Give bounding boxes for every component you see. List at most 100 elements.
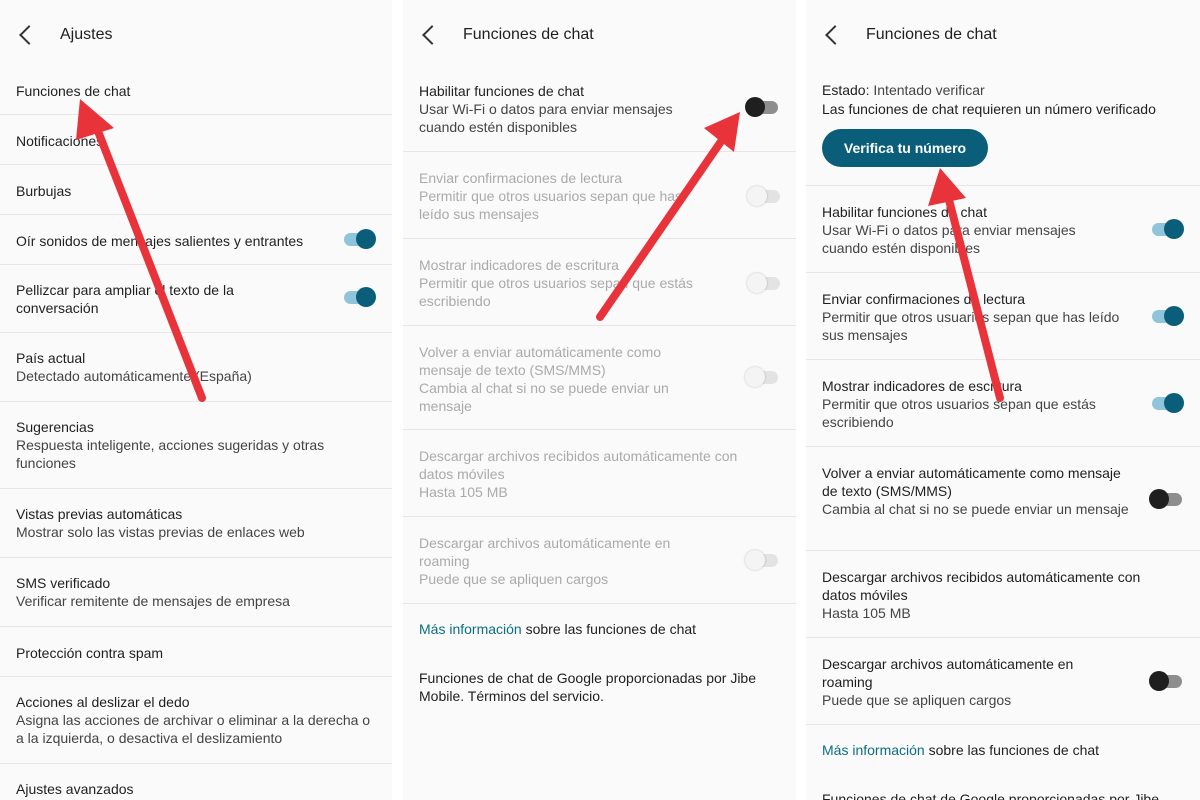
item-subtitle: Usar Wi-Fi o datos para enviar mensajes …: [419, 101, 673, 135]
item-title: Mostrar indicadores de escritura: [822, 378, 1022, 394]
item-subtitle: Respuesta inteligente, acciones sugerida…: [16, 437, 325, 471]
settings-item-verified-sms[interactable]: SMS verificado Verificar remitente de me…: [0, 558, 392, 627]
item-subtitle: Hasta 105 MB: [822, 605, 911, 621]
pinch-zoom-toggle[interactable]: [344, 287, 376, 307]
item-subtitle: Puede que se apliquen cargos: [822, 692, 1012, 708]
typing-indicators-toggle: [747, 273, 780, 293]
resend-sms-toggle: [745, 367, 778, 387]
item-title: Volver a enviar automáticamente como men…: [419, 344, 662, 378]
app-bar: Ajustes: [0, 14, 392, 56]
read-receipts-toggle: [747, 186, 780, 206]
more-info-link[interactable]: Más información: [822, 742, 925, 758]
toggle-knob: [1164, 306, 1184, 326]
item-subtitle: Verificar remitente de mensajes de empre…: [16, 593, 290, 609]
item-title: Descargar archivos automáticamente en ro…: [419, 535, 671, 569]
item-subtitle: Usar Wi-Fi o datos para enviar mensajes …: [822, 222, 1076, 256]
page-title: Funciones de chat: [866, 26, 997, 43]
item-subtitle: Hasta 105 MB: [419, 484, 508, 500]
item-title: Descargar archivos recibidos automáticam…: [822, 569, 1141, 603]
roaming-toggle: [745, 550, 778, 570]
chat-features-panel-disabled: Funciones de chat Habilitar funciones de…: [403, 0, 796, 800]
settings-item-pinch-zoom[interactable]: Pellizcar para ampliar el texto de la co…: [0, 265, 392, 333]
settings-item-country[interactable]: País actual Detectado automáticamente (E…: [0, 333, 392, 402]
settings-item-previews[interactable]: Vistas previas automáticas Mostrar solo …: [0, 489, 392, 558]
item-subtitle: Cambia al chat si no se puede enviar un …: [419, 380, 669, 414]
toggle-knob: [747, 273, 767, 293]
more-info-row: Más información sobre las funciones de c…: [419, 620, 780, 638]
settings-item-swipe-actions[interactable]: Acciones al deslizar el dedo Asigna las …: [0, 677, 392, 764]
item-title: Ajustes avanzados: [16, 781, 134, 797]
item-title: Mostrar indicadores de escritura: [419, 257, 619, 273]
toggle-knob: [1149, 671, 1169, 691]
enable-chat-toggle[interactable]: [745, 97, 778, 117]
back-arrow-icon[interactable]: [825, 25, 845, 45]
sounds-toggle[interactable]: [344, 229, 376, 249]
page-title: Ajustes: [60, 26, 113, 43]
toggle-knob: [1164, 219, 1184, 239]
item-subtitle: Permitir que otros usuarios sepan que es…: [419, 275, 693, 309]
chat-item-enable[interactable]: Habilitar funciones de chat Usar Wi-Fi o…: [806, 186, 1200, 273]
chat-item-resend-sms: Volver a enviar automáticamente como men…: [403, 326, 796, 430]
item-title: SMS verificado: [16, 575, 111, 591]
item-title: Enviar confirmaciones de lectura: [822, 291, 1026, 307]
item-title: Pellizcar para ampliar el texto de la co…: [16, 282, 234, 316]
chat-item-read-receipts[interactable]: Enviar confirmaciones de lectura Permiti…: [806, 273, 1200, 360]
enable-chat-toggle[interactable]: [1152, 219, 1184, 239]
toggle-knob: [745, 550, 765, 570]
item-title: Acciones al deslizar el dedo: [16, 694, 190, 710]
read-receipts-toggle[interactable]: [1152, 306, 1184, 326]
item-title: Notificaciones: [16, 133, 104, 149]
item-title: Descargar archivos recibidos automáticam…: [419, 448, 738, 482]
item-title: Enviar confirmaciones de lectura: [419, 170, 623, 186]
item-subtitle: Mostrar solo las vistas previas de enlac…: [16, 524, 305, 540]
item-subtitle: Asigna las acciones de archivar o elimin…: [16, 712, 371, 746]
chat-item-auto-download-roaming[interactable]: Descargar archivos automáticamente en ro…: [806, 638, 1200, 725]
settings-item-bubbles[interactable]: Burbujas: [0, 165, 392, 215]
back-arrow-icon[interactable]: [19, 25, 39, 45]
toggle-knob: [747, 186, 767, 206]
settings-panel: Ajustes Funciones de chat Notificaciones…: [0, 0, 392, 800]
item-title: Burbujas: [16, 183, 72, 199]
settings-item-suggestions[interactable]: Sugerencias Respuesta inteligente, accio…: [0, 402, 392, 489]
item-title: Habilitar funciones de chat: [822, 204, 987, 220]
chat-item-enable[interactable]: Habilitar funciones de chat Usar Wi-Fi o…: [403, 65, 796, 152]
chat-item-typing-indicators[interactable]: Mostrar indicadores de escritura Permiti…: [806, 360, 1200, 447]
status-value: Intentado verificar: [869, 82, 985, 98]
toggle-knob: [1164, 393, 1184, 413]
toggle-knob: [745, 97, 765, 117]
roaming-toggle[interactable]: [1149, 671, 1182, 691]
toggle-knob: [745, 367, 765, 387]
provider-footer: Funciones de chat de Google proporcionad…: [822, 791, 1159, 800]
item-title: Habilitar funciones de chat: [419, 83, 584, 99]
chat-item-auto-download-mobile[interactable]: Descargar archivos recibidos automáticam…: [806, 551, 1200, 638]
item-title: Vistas previas automáticas: [16, 506, 183, 522]
toggle-knob: [356, 287, 376, 307]
status-label: Estado:: [822, 82, 870, 98]
panel-divider: [392, 0, 403, 800]
resend-sms-toggle[interactable]: [1149, 489, 1182, 509]
more-info-text: sobre las funciones de chat: [924, 742, 1100, 758]
toggle-knob: [1149, 489, 1169, 509]
item-title: Volver a enviar automáticamente como men…: [822, 465, 1121, 499]
more-info-link[interactable]: Más información: [419, 621, 522, 637]
more-info-text: sobre las funciones de chat: [521, 621, 697, 637]
app-bar: Funciones de chat: [806, 14, 1200, 56]
status-note: Las funciones de chat requieren un númer…: [822, 101, 1156, 117]
item-subtitle: Detectado automáticamente (España): [16, 368, 252, 384]
settings-item-spam[interactable]: Protección contra spam: [0, 627, 392, 677]
item-subtitle: Permitir que otros usuarios sepan que ha…: [822, 309, 1120, 343]
verify-number-button[interactable]: Verifica tu número: [822, 129, 988, 167]
item-subtitle: Permitir que otros usuarios sepan que ha…: [419, 188, 683, 222]
settings-item-notifications[interactable]: Notificaciones: [0, 115, 392, 165]
toggle-knob: [356, 229, 376, 249]
settings-item-advanced[interactable]: Ajustes avanzados: [0, 764, 392, 800]
back-arrow-icon[interactable]: [422, 25, 442, 45]
item-title: Descargar archivos automáticamente en ro…: [822, 656, 1074, 690]
item-title: Funciones de chat: [16, 83, 131, 99]
chat-item-resend-sms[interactable]: Volver a enviar automáticamente como men…: [806, 447, 1200, 551]
settings-item-chat-features[interactable]: Funciones de chat: [0, 65, 392, 115]
page-title: Funciones de chat: [463, 26, 594, 43]
settings-item-sounds[interactable]: Oír sonidos de mensajes salientes y entr…: [0, 215, 392, 265]
more-info-row: Más información sobre las funciones de c…: [822, 741, 1184, 759]
typing-indicators-toggle[interactable]: [1152, 393, 1184, 413]
